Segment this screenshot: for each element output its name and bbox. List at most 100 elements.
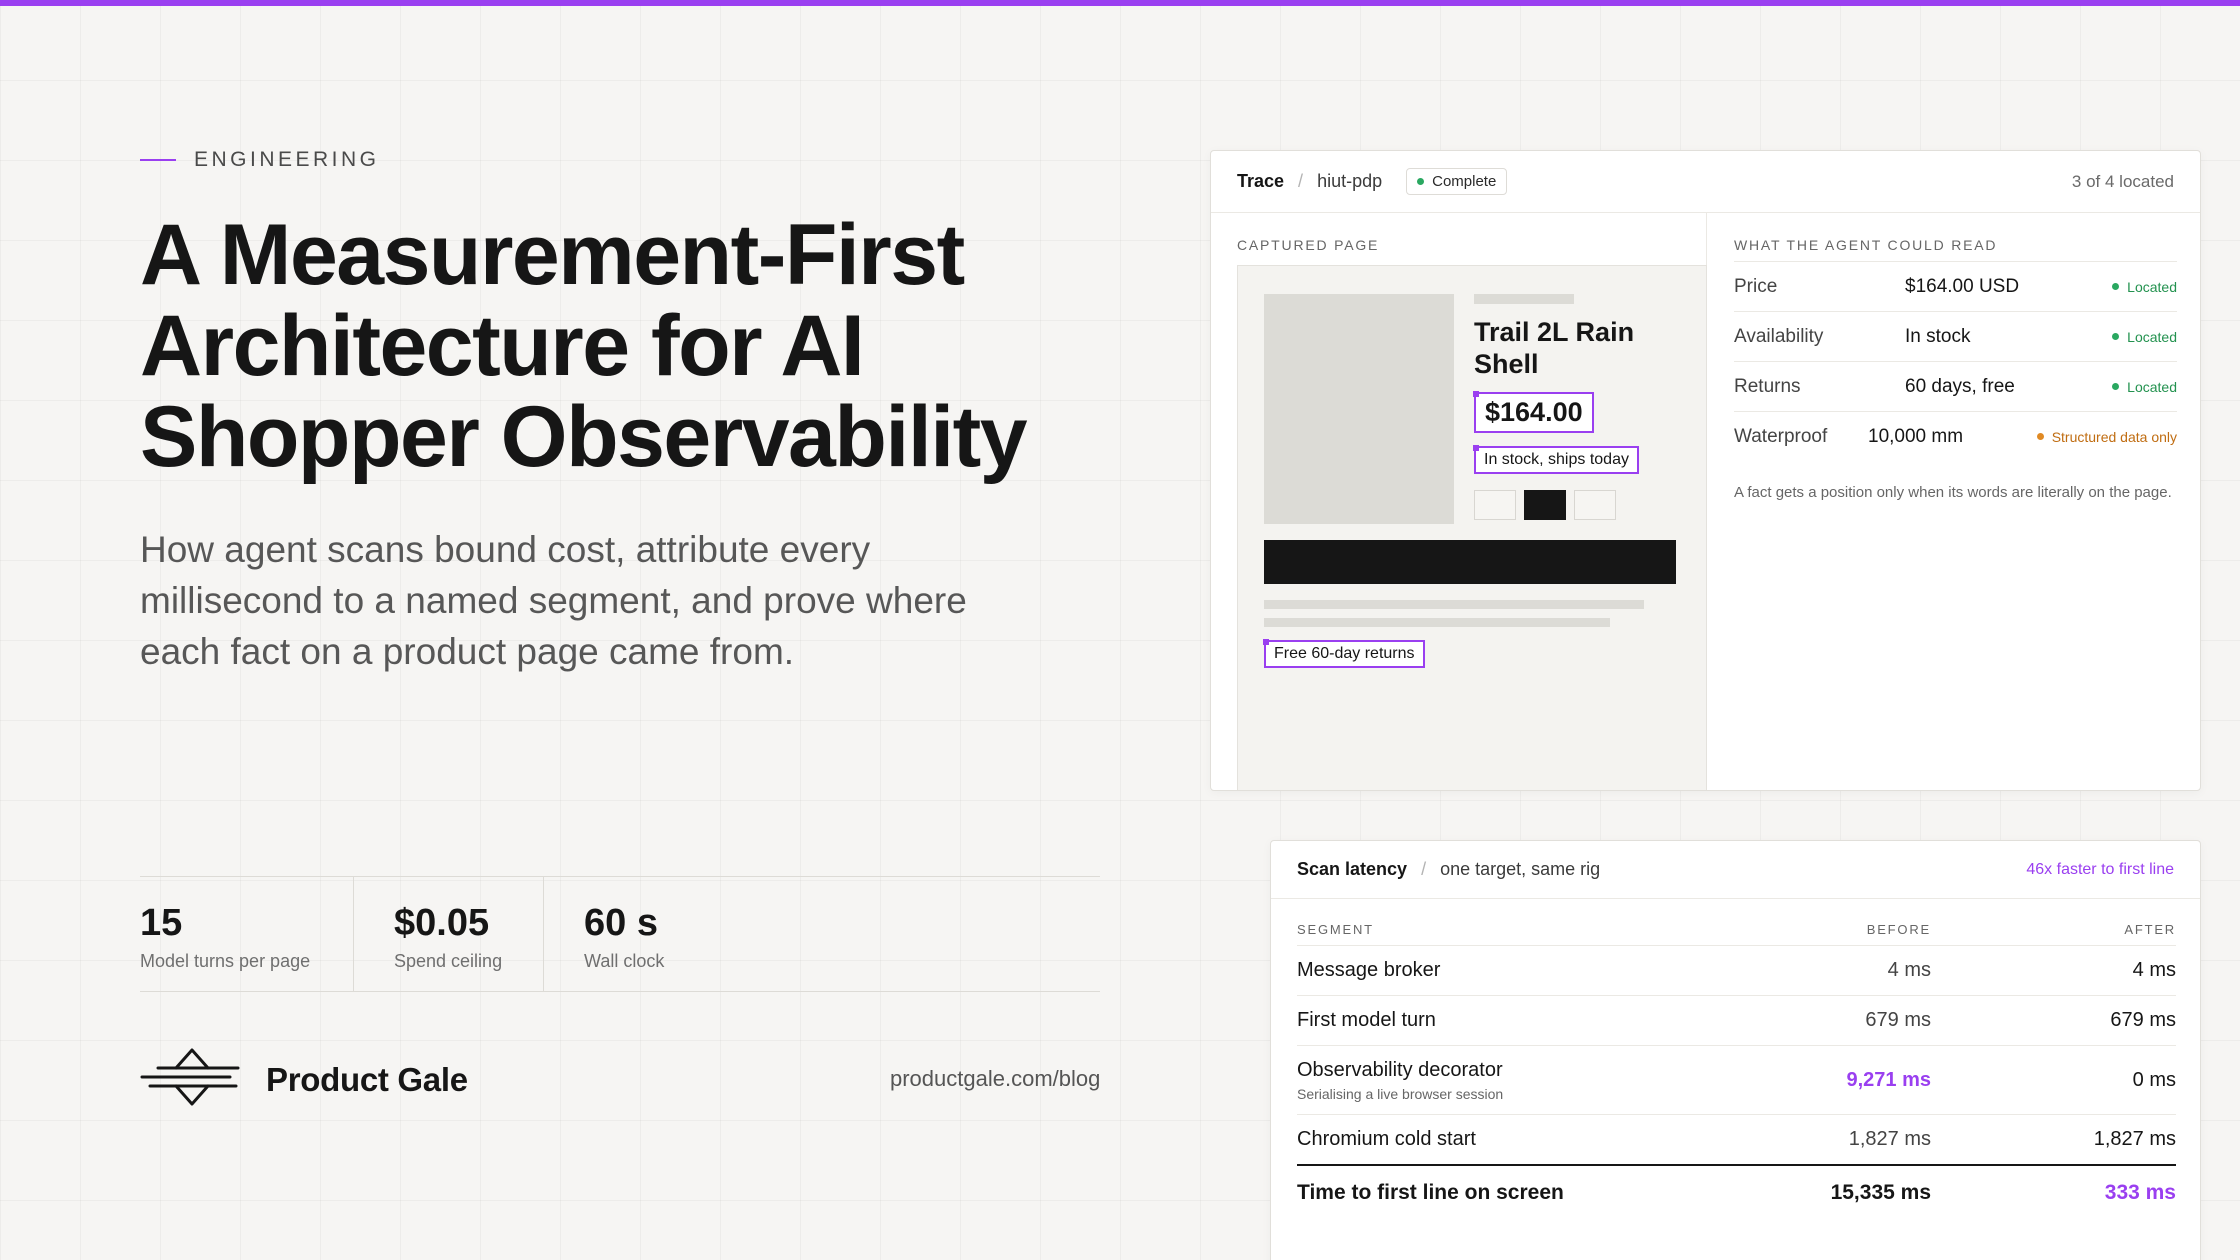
variant-swatch-selected [1524, 490, 1566, 520]
captured-page-panel: CAPTURED PAGE Trail 2L Rain Shell $164.0… [1211, 213, 1707, 790]
breadcrumb-separator: / [1298, 171, 1304, 191]
column-header-after: AFTER [2124, 922, 2176, 937]
fact-key: Returns [1734, 375, 1801, 397]
status-badge: Complete [1406, 168, 1508, 195]
fact-key: Waterproof [1734, 425, 1828, 447]
blog-url-link[interactable]: productgale.com/blog [890, 1066, 1100, 1092]
text-line-placeholder [1264, 618, 1610, 627]
text-line-placeholder [1264, 600, 1644, 609]
stat-value: $0.05 [394, 902, 490, 944]
total-after-value: 333 ms [2104, 1181, 2176, 1204]
fact-key: Price [1734, 275, 1778, 297]
fact-value: 60 days, free [1905, 375, 2015, 397]
stat-label: Model turns per page [140, 951, 311, 971]
stats-strip: 15 Model turns per page $0.05 Spend ceil… [140, 876, 1100, 992]
before-value: 9,271 ms [1846, 1068, 1931, 1091]
variant-swatch [1574, 490, 1616, 520]
trace-target[interactable]: hiut-pdp [1317, 171, 1382, 192]
latency-headline-stat: 46x faster to first line [2026, 860, 2174, 878]
agent-read-label: WHAT THE AGENT COULD READ [1734, 237, 1998, 253]
total-label: Time to first line on screen [1297, 1181, 1564, 1204]
after-value: 1,827 ms [2093, 1128, 2176, 1150]
segment-name: First model turn [1297, 1009, 1436, 1031]
total-row: Time to first line on screen 15,335 ms 3… [1297, 1164, 2176, 1220]
located-dot-icon [2112, 383, 2120, 390]
fact-value: In stock [1905, 325, 1971, 347]
brand-name: Product Gale [266, 1060, 468, 1098]
stat-value: 60 s [584, 902, 658, 944]
after-value: 4 ms [2132, 959, 2176, 981]
breadcrumb-separator: / [1421, 859, 1427, 879]
structured-dot-icon [2036, 433, 2044, 440]
table-row: First model turn 679 ms 679 ms [1297, 995, 2176, 1045]
segment-name: Observability decorator [1297, 1058, 1503, 1081]
product-gale-logo-icon [140, 1046, 244, 1113]
price-highlight: $164.00 [1473, 391, 1594, 433]
located-dot-icon [2112, 333, 2120, 340]
total-before-value: 15,335 ms [1830, 1181, 1931, 1204]
latency-card: Scan latency / one target, same rig 46x … [1270, 840, 2201, 1260]
fact-status-label: Located [2127, 328, 2177, 345]
facts-footnote: A fact gets a position only when its wor… [1734, 484, 2172, 501]
column-header-before: BEFORE [1866, 922, 1931, 937]
page-subtitle: How agent scans bound cost, attribute ev… [140, 529, 967, 672]
trace-title: Trace [1237, 171, 1285, 191]
top-accent-bar [0, 0, 2240, 6]
stat-spend-ceiling: $0.05 Spend ceiling [354, 877, 544, 991]
located-dot-icon [2112, 283, 2120, 290]
fact-row-waterproof[interactable]: Waterproof 10,000 mm Structured data onl… [1734, 411, 2177, 461]
table-row: Message broker 4 ms 4 ms [1297, 945, 2176, 995]
latency-table: SEGMENT BEFORE AFTER Message broker 4 ms… [1297, 899, 2176, 1220]
segment-cell: Observability decorator Serialising a li… [1297, 1059, 1686, 1102]
brand[interactable]: Product Gale [140, 1046, 468, 1113]
segment-name: Chromium cold start [1297, 1128, 1476, 1150]
stat-label: Spend ceiling [394, 951, 503, 971]
eyebrow-rule [140, 159, 176, 161]
before-value: 1,827 ms [1848, 1128, 1931, 1150]
segment-name: Message broker [1297, 959, 1441, 981]
column-header-segment: SEGMENT [1297, 922, 1374, 937]
before-value: 4 ms [1887, 959, 1931, 981]
fact-status: Structured data only [2036, 428, 2177, 445]
fact-key: Availability [1734, 325, 1824, 347]
fact-row-availability[interactable]: Availability In stock Located [1734, 311, 2177, 361]
trace-card: Trace / hiut-pdp Complete 3 of 4 located… [1210, 150, 2201, 791]
fact-status: Located [2112, 379, 2177, 395]
table-row: Chromium cold start 1,827 ms 1,827 ms [1297, 1114, 2176, 1164]
fact-status: Located [2112, 329, 2177, 345]
latency-header: Scan latency / one target, same rig 46x … [1271, 841, 2200, 899]
product-title: Trail 2L Rain Shell [1474, 317, 1635, 379]
located-summary: 3 of 4 located [2071, 171, 2174, 191]
breadcrumb-placeholder [1474, 294, 1574, 304]
fact-value: 10,000 mm [1868, 425, 1964, 447]
captured-page-preview: Trail 2L Rain Shell $164.00 In stock, sh… [1237, 265, 1707, 790]
add-to-cart-placeholder [1264, 540, 1676, 584]
fact-status-label: Structured data only [2051, 428, 2177, 445]
status-dot-icon [1417, 178, 1425, 185]
stat-model-turns: 15 Model turns per page [140, 877, 354, 991]
fact-status-label: Located [2127, 278, 2177, 295]
after-value: 0 ms [2132, 1068, 2176, 1091]
category-eyebrow: ENGINEERING [140, 148, 380, 172]
agent-read-panel: WHAT THE AGENT COULD READ Price $164.00 … [1708, 213, 2200, 790]
fact-row-price[interactable]: Price $164.00 USD Located [1734, 261, 2177, 311]
facts-table: Price $164.00 USD Located Availability I… [1734, 261, 2177, 461]
status-label: Complete [1432, 173, 1497, 190]
before-value: 679 ms [1865, 1009, 1931, 1031]
returns-highlight: Free 60-day returns [1263, 639, 1425, 668]
variant-swatch [1474, 490, 1516, 520]
table-header: SEGMENT BEFORE AFTER [1297, 899, 2176, 945]
latency-context: one target, same rig [1440, 859, 1601, 879]
product-image-placeholder [1264, 294, 1454, 524]
fact-status: Located [2112, 279, 2177, 295]
after-value: 679 ms [2110, 1009, 2176, 1031]
page-title: A Measurement-First Architecture for AI … [140, 207, 1028, 485]
latency-title: Scan latency [1297, 859, 1408, 879]
fact-row-returns[interactable]: Returns 60 days, free Located [1734, 361, 2177, 411]
stat-wall-clock: 60 s Wall clock [544, 877, 704, 991]
stock-highlight: In stock, ships today [1473, 445, 1639, 474]
table-row: Observability decorator Serialising a li… [1297, 1045, 2176, 1114]
stat-label: Wall clock [584, 951, 665, 971]
fact-status-label: Located [2127, 378, 2177, 395]
segment-note: Serialising a live browser session [1297, 1085, 1504, 1102]
